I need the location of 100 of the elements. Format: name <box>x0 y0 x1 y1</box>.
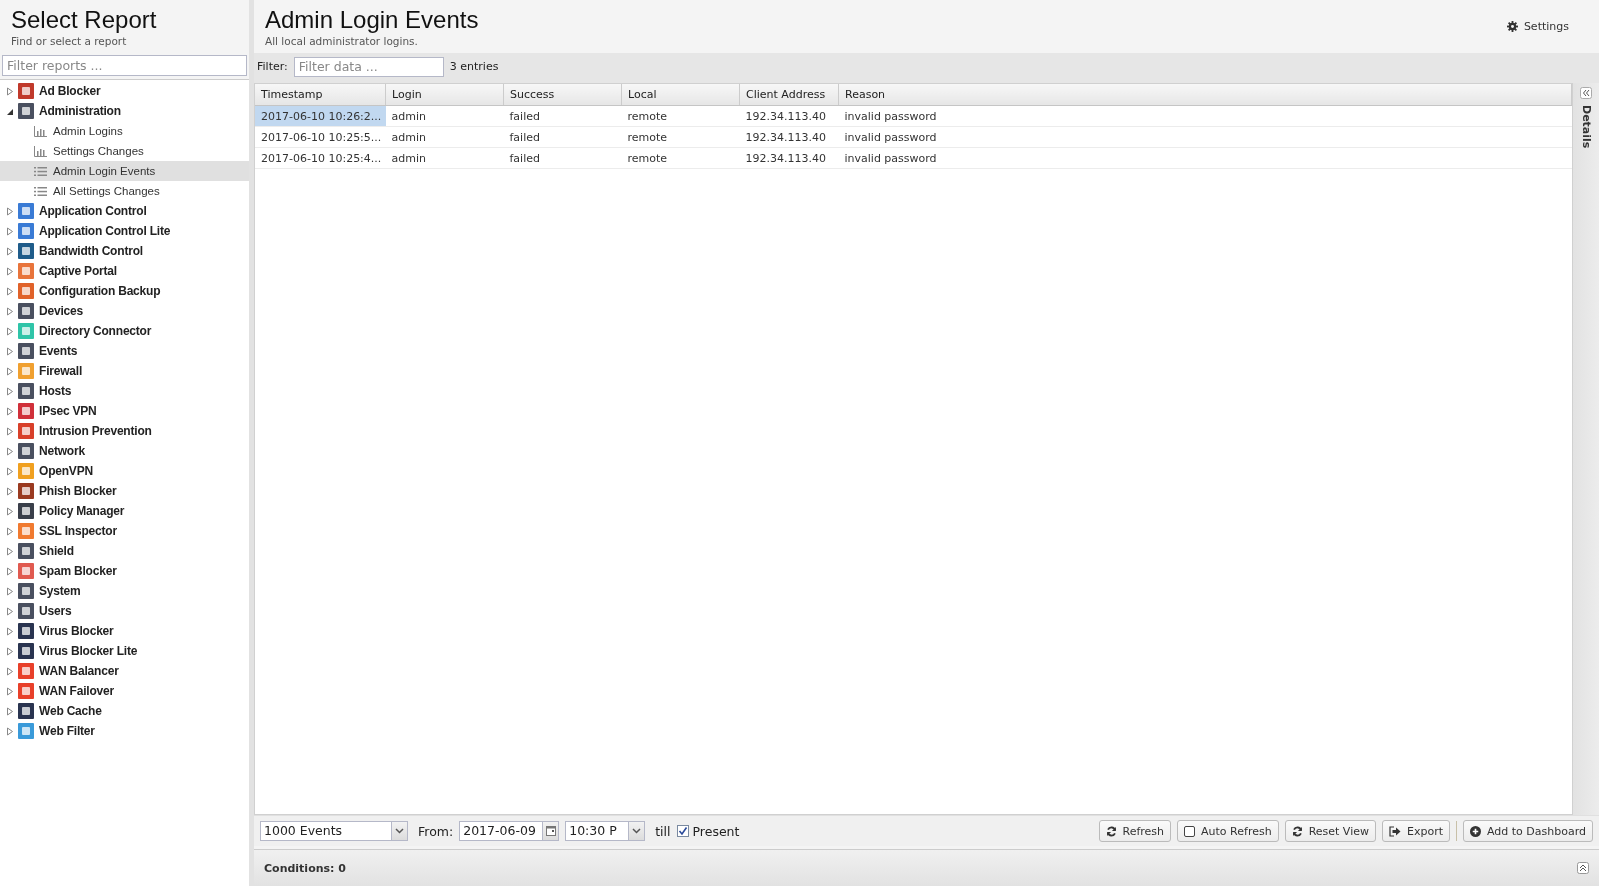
table-cell: failed <box>503 105 622 127</box>
expand-triangle-icon[interactable] <box>6 706 14 716</box>
column-header[interactable]: Client Address <box>739 84 839 106</box>
auto-refresh-toggle[interactable]: Auto Refresh <box>1177 820 1279 842</box>
list-icon <box>34 185 47 197</box>
tree-item[interactable]: Intrusion Prevention <box>0 421 249 441</box>
settings-button[interactable]: Settings <box>1506 20 1569 33</box>
present-checkbox[interactable]: Present <box>676 823 740 839</box>
expand-triangle-icon[interactable] <box>6 326 14 336</box>
expand-triangle-icon[interactable] <box>6 526 14 536</box>
tree-item[interactable]: System <box>0 581 249 601</box>
tree-item[interactable]: Ad Blocker <box>0 81 249 101</box>
collapse-icon[interactable] <box>1580 87 1592 99</box>
tree-item[interactable]: Admin Logins <box>0 121 249 141</box>
reset-view-button[interactable]: Reset View <box>1284 820 1376 842</box>
expand-triangle-icon[interactable] <box>6 506 14 516</box>
expand-triangle-icon[interactable] <box>6 446 14 456</box>
tree-item[interactable]: WAN Balancer <box>0 661 249 681</box>
details-tab[interactable]: Details <box>1579 105 1593 149</box>
tree-item[interactable]: WAN Failover <box>0 681 249 701</box>
tree-item[interactable]: Settings Changes <box>0 141 249 161</box>
expand-triangle-icon[interactable] <box>6 626 14 636</box>
expand-triangle-icon[interactable] <box>6 646 14 656</box>
table-cell: remote <box>621 147 740 169</box>
expand-triangle-icon[interactable] <box>6 206 14 216</box>
tree-item[interactable]: Events <box>0 341 249 361</box>
events-dropdown[interactable]: 1000 Events <box>260 821 408 841</box>
plus-circle-icon <box>1470 825 1481 837</box>
filter-field[interactable]: Filter data ... <box>293 56 444 77</box>
tree-item[interactable]: Application Control Lite <box>0 221 249 241</box>
column-header[interactable]: Login <box>385 84 504 106</box>
expand-up-icon[interactable] <box>1577 862 1589 874</box>
expand-triangle-icon[interactable] <box>6 246 14 256</box>
tree-item[interactable]: Hosts <box>0 381 249 401</box>
add-to-dashboard-button[interactable]: Add to Dashboard <box>1463 820 1593 842</box>
refresh-icon <box>1105 825 1117 837</box>
expand-triangle-icon[interactable] <box>6 266 14 276</box>
tree-item[interactable]: Configuration Backup <box>0 281 249 301</box>
tree-item[interactable]: Web Cache <box>0 701 249 721</box>
tree-item[interactable]: Devices <box>0 301 249 321</box>
expand-triangle-icon[interactable] <box>6 566 14 576</box>
expand-triangle-icon[interactable] <box>6 346 14 356</box>
expand-triangle-icon[interactable] <box>6 386 14 396</box>
refresh-icon <box>1291 825 1303 837</box>
time-dropdown[interactable]: 10:30 P <box>565 821 646 841</box>
table-cell: failed <box>503 147 622 169</box>
tree-item[interactable]: Firewall <box>0 361 249 381</box>
tree-item[interactable]: Phish Blocker <box>0 481 249 501</box>
table-cell: invalid password <box>838 147 1572 169</box>
expand-triangle-icon[interactable] <box>6 226 14 236</box>
tree-item[interactable]: Captive Portal <box>0 261 249 281</box>
expand-triangle-icon[interactable] <box>6 726 14 736</box>
tree-item[interactable]: OpenVPN <box>0 461 249 481</box>
tree-item[interactable]: Spam Blocker <box>0 561 249 581</box>
expand-triangle-icon[interactable] <box>6 426 14 436</box>
column-header[interactable]: Timestamp <box>255 84 386 106</box>
sidebar-subtitle: Find or select a report <box>11 35 128 47</box>
column-header[interactable]: Success <box>503 84 622 106</box>
expand-triangle-icon[interactable] <box>6 486 14 496</box>
expand-triangle-icon[interactable] <box>6 406 14 416</box>
export-button[interactable]: Export <box>1381 820 1450 842</box>
conditions-label: Conditions: 0 <box>264 861 346 875</box>
expand-triangle-icon[interactable] <box>6 286 14 296</box>
expand-triangle-icon[interactable] <box>6 686 14 696</box>
tree-item[interactable]: Virus Blocker <box>0 621 249 641</box>
expand-triangle-icon[interactable] <box>6 546 14 556</box>
tree-item[interactable]: Bandwidth Control <box>0 241 249 261</box>
column-header[interactable]: Reason <box>838 84 1572 106</box>
table-cell: failed <box>503 126 622 148</box>
table-cell: invalid password <box>838 105 1572 127</box>
expand-triangle-icon[interactable] <box>6 606 14 616</box>
expand-triangle-icon[interactable] <box>6 666 14 676</box>
tree-item[interactable]: Admin Login Events <box>0 161 249 181</box>
expand-triangle-icon[interactable] <box>6 466 14 476</box>
table-cell: invalid password <box>838 126 1572 148</box>
tree-item[interactable]: Shield <box>0 541 249 561</box>
search-field[interactable]: Filter reports ... <box>2 55 247 76</box>
table-cell: remote <box>621 126 740 148</box>
expand-triangle-icon[interactable] <box>6 366 14 376</box>
expand-triangle-icon[interactable] <box>6 586 14 596</box>
refresh-button[interactable]: Refresh <box>1098 820 1172 842</box>
tree-item[interactable]: Policy Manager <box>0 501 249 521</box>
table-cell: remote <box>621 105 740 127</box>
table-cell: 192.34.113.40 <box>739 105 839 127</box>
tree-item[interactable]: Web Filter <box>0 721 249 741</box>
date-field[interactable]: 2017-06-09 <box>459 821 560 841</box>
tree-item[interactable]: Users <box>0 601 249 621</box>
tree-item[interactable]: Administration <box>0 101 249 121</box>
tree-item[interactable]: Virus Blocker Lite <box>0 641 249 661</box>
column-header[interactable]: Local <box>621 84 740 106</box>
expand-triangle-icon[interactable] <box>6 86 14 96</box>
tree-item[interactable]: Application Control <box>0 201 249 221</box>
expand-triangle-icon[interactable] <box>6 306 14 316</box>
tree-item[interactable]: SSL Inspector <box>0 521 249 541</box>
from-label: From: <box>418 823 454 839</box>
tree-item[interactable]: Directory Connector <box>0 321 249 341</box>
tree-item[interactable]: All Settings Changes <box>0 181 249 201</box>
tree-item[interactable]: IPsec VPN <box>0 401 249 421</box>
caret-icon <box>395 828 404 834</box>
tree-item[interactable]: Network <box>0 441 249 461</box>
